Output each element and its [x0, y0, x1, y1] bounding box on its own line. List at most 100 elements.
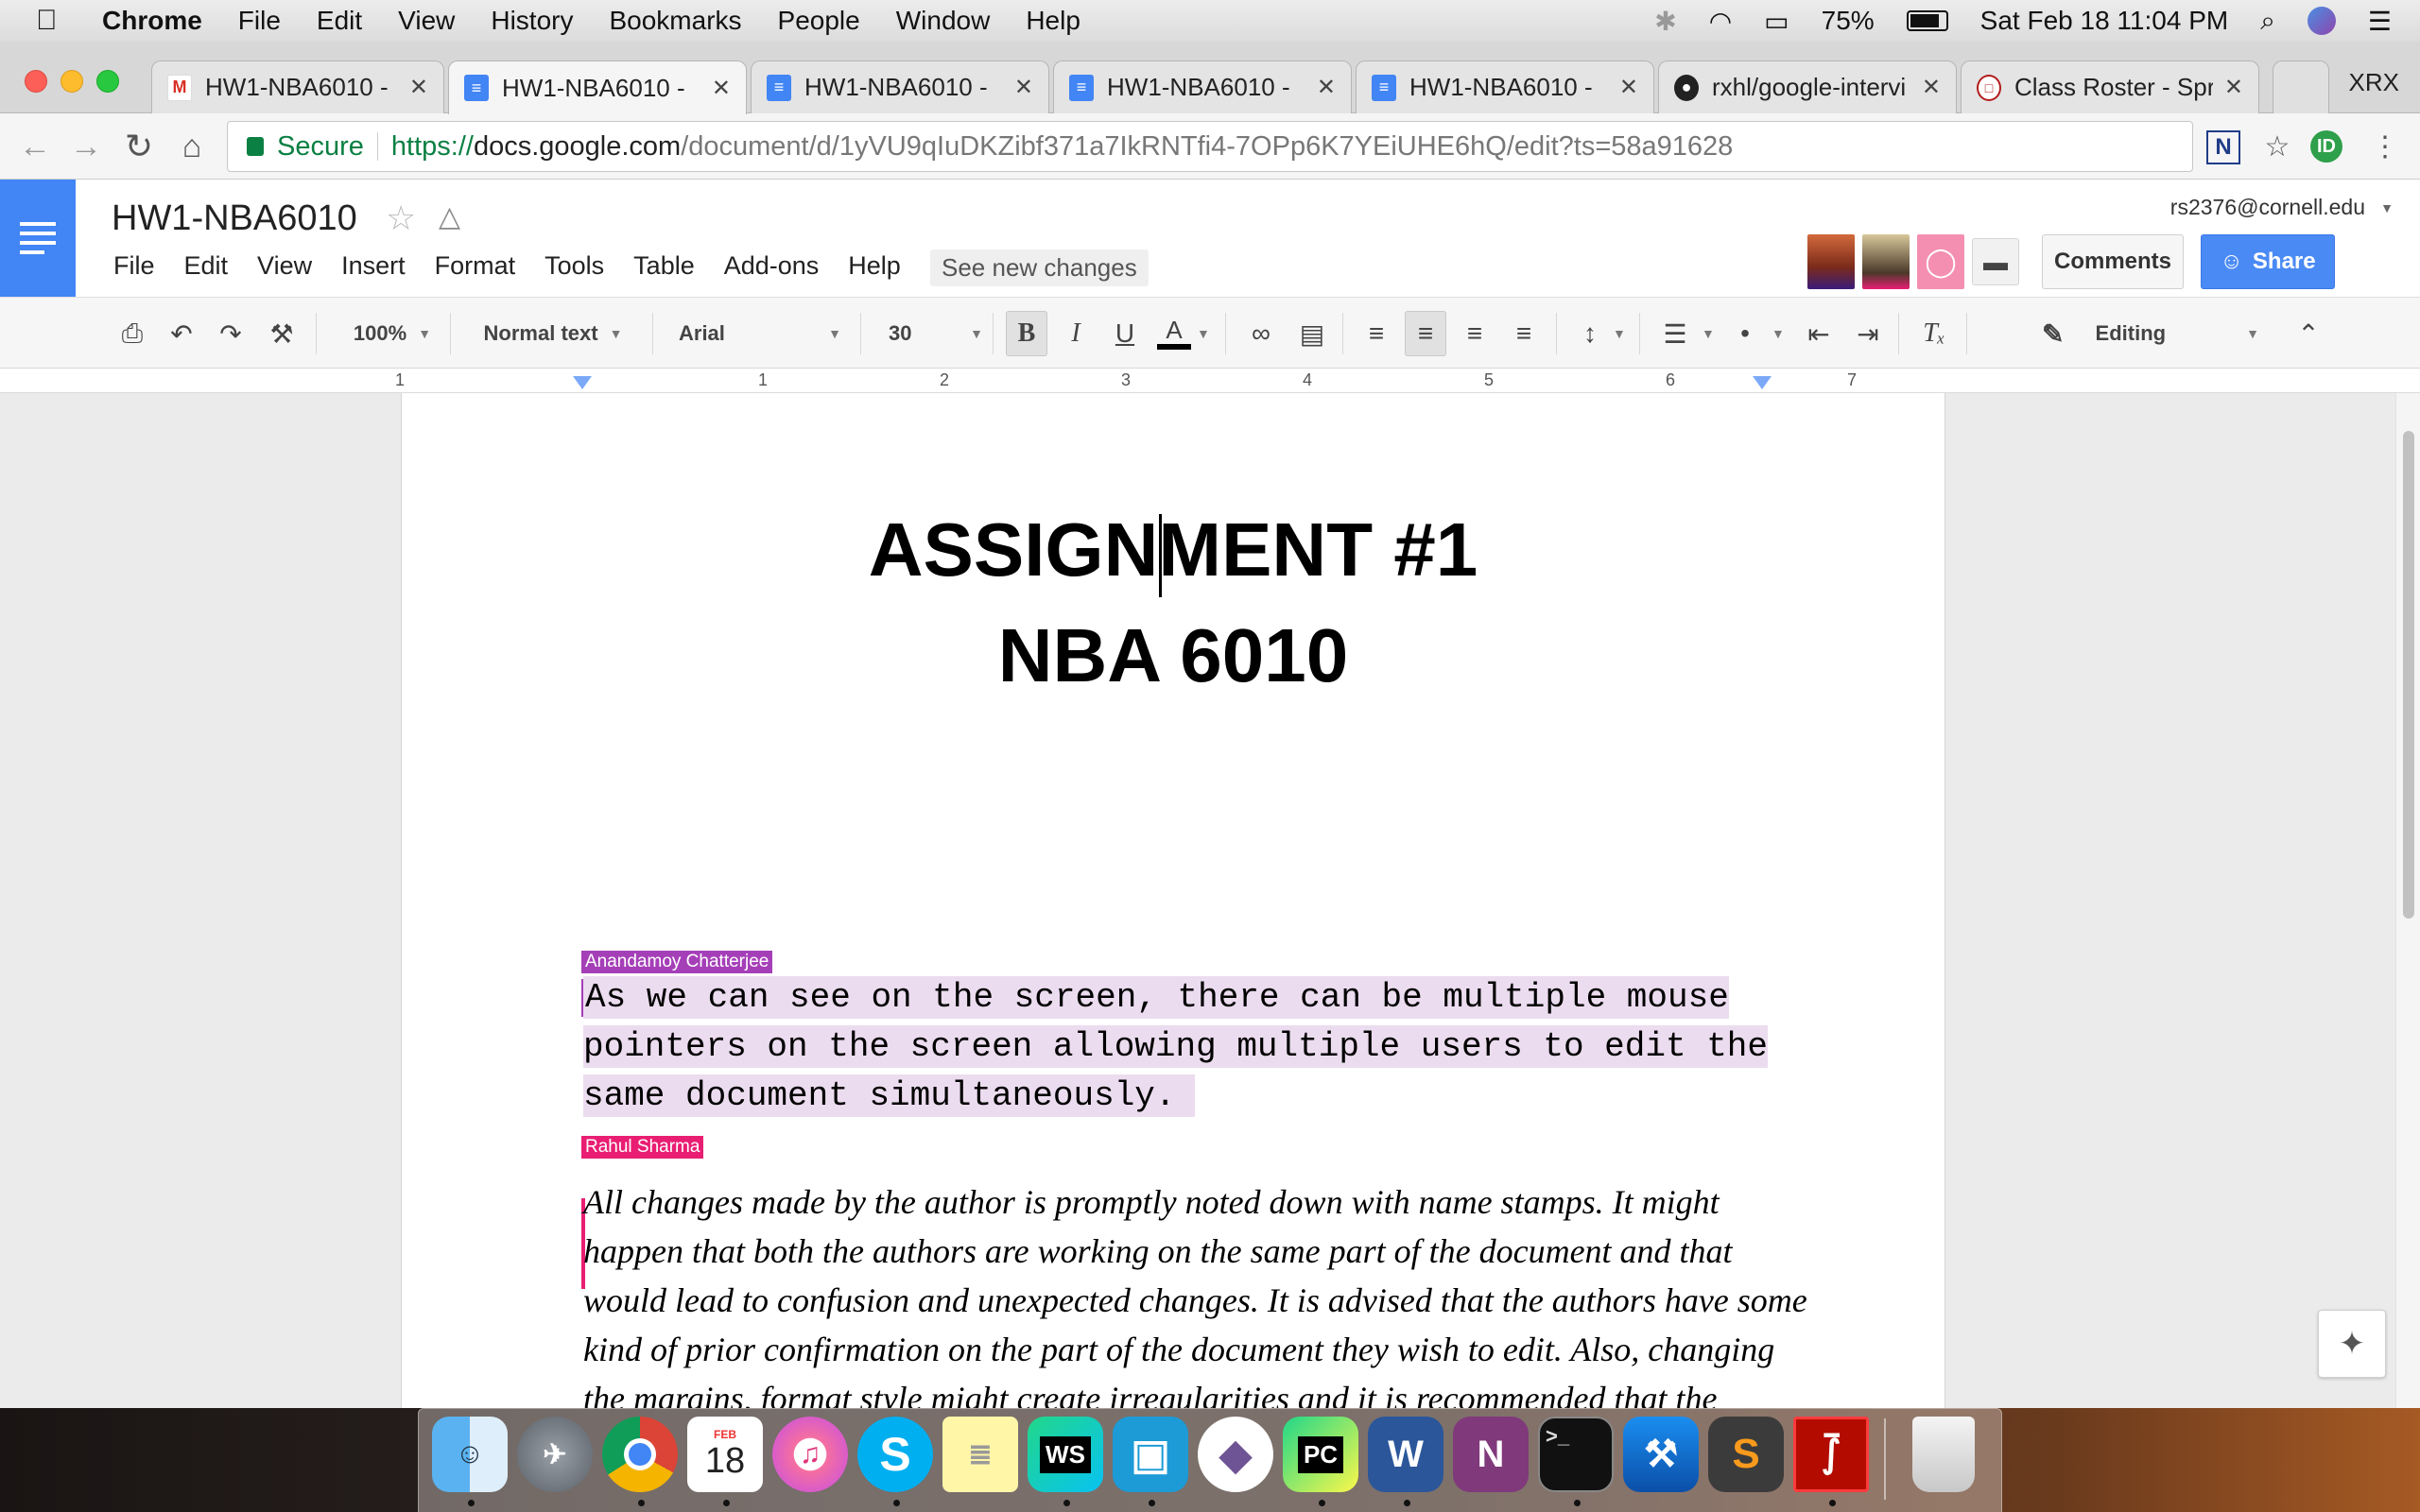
- docs-menu-insert[interactable]: Insert: [341, 251, 406, 281]
- font-size-select[interactable]: 30 ▼: [889, 311, 983, 356]
- vertical-scrollbar[interactable]: [2395, 393, 2420, 1408]
- reload-icon[interactable]: ↻: [117, 125, 161, 168]
- maximize-window-button[interactable]: [96, 70, 119, 93]
- ruler[interactable]: 1 1 2 3 4 5 6 7: [0, 369, 2420, 393]
- tab-gmail[interactable]: M HW1-NBA6010 - ✕: [151, 60, 444, 113]
- chrome-profile-label[interactable]: XRX: [2349, 68, 2399, 97]
- word-icon[interactable]: W: [1368, 1417, 1443, 1492]
- wifi-icon[interactable]: ◠: [1709, 6, 1732, 37]
- collapse-menus-icon[interactable]: ⌃: [2288, 311, 2329, 356]
- app-icon[interactable]: ▣: [1113, 1417, 1188, 1492]
- docs-menu-tools[interactable]: Tools: [544, 251, 604, 281]
- webstorm-icon[interactable]: WS: [1028, 1417, 1103, 1492]
- star-icon[interactable]: ☆: [386, 198, 416, 238]
- terminal-icon[interactable]: >_: [1538, 1417, 1614, 1492]
- italic-button[interactable]: I: [1055, 311, 1097, 356]
- close-icon[interactable]: ✕: [1922, 74, 1941, 101]
- chevron-down-icon[interactable]: ▼: [1613, 311, 1626, 356]
- avatar[interactable]: [1862, 234, 1910, 289]
- tab-class-roster[interactable]: □ Class Roster - Spri ✕: [1961, 60, 2259, 113]
- docs-menu-edit[interactable]: Edit: [184, 251, 229, 281]
- extension-id-icon[interactable]: ID: [2310, 130, 2342, 163]
- notes-icon[interactable]: ≣: [942, 1417, 1018, 1492]
- user-account[interactable]: rs2376@cornell.edu: [2170, 195, 2365, 220]
- menubar-history[interactable]: History: [491, 6, 573, 36]
- see-new-changes-link[interactable]: See new changes: [930, 249, 1149, 286]
- text-color-button[interactable]: A: [1153, 311, 1195, 356]
- zoom-select[interactable]: 100% ▼: [340, 311, 444, 356]
- itunes-icon[interactable]: ♫: [772, 1417, 848, 1492]
- document-page[interactable]: ASSIGNMENT #1 NBA 6010 Anandamoy Chatter…: [401, 393, 1945, 1408]
- comments-button[interactable]: Comments: [2042, 234, 2184, 289]
- pycharm-icon[interactable]: PC: [1283, 1417, 1358, 1492]
- bold-button[interactable]: B: [1006, 311, 1047, 356]
- menubar-view[interactable]: View: [398, 6, 455, 36]
- bulleted-list-icon[interactable]: •: [1724, 311, 1766, 356]
- close-icon[interactable]: ✕: [1317, 74, 1336, 101]
- explore-icon[interactable]: ✦: [2318, 1310, 2386, 1378]
- document-title[interactable]: HW1-NBA6010: [112, 198, 357, 239]
- paint-format-icon[interactable]: ⚒: [261, 311, 302, 356]
- calendar-icon[interactable]: FEB 18: [687, 1417, 763, 1492]
- print-icon[interactable]: ⎙: [112, 311, 153, 356]
- menubar-clock[interactable]: Sat Feb 18 11:04 PM: [1980, 6, 2229, 36]
- sublime-icon[interactable]: S: [1708, 1417, 1784, 1492]
- chevron-down-icon[interactable]: ▼: [2380, 200, 2394, 215]
- right-indent-marker[interactable]: [1753, 376, 1772, 389]
- forward-arrow-icon[interactable]: →: [64, 125, 108, 168]
- increase-indent-icon[interactable]: ⇥: [1847, 311, 1889, 356]
- chrome-menu-icon[interactable]: ⋮: [2365, 127, 2405, 166]
- chat-icon[interactable]: ▬: [1972, 238, 2019, 285]
- docs-menu-format[interactable]: Format: [435, 251, 516, 281]
- home-icon[interactable]: ⌂: [170, 125, 214, 168]
- anonymous-avatar[interactable]: ◯: [1917, 234, 1964, 289]
- font-select[interactable]: Arial ▼: [679, 311, 841, 356]
- docs-menu-help[interactable]: Help: [848, 251, 901, 281]
- paragraph-style-select[interactable]: Normal text ▼: [473, 311, 633, 356]
- underline-button[interactable]: U: [1104, 311, 1146, 356]
- siri-icon[interactable]: [2307, 7, 2336, 35]
- menubar-edit[interactable]: Edit: [317, 6, 362, 36]
- menubar-app-name[interactable]: Chrome: [102, 6, 202, 36]
- skype-icon[interactable]: S: [857, 1417, 933, 1492]
- apple-menu-icon[interactable]: : [36, 5, 74, 37]
- docs-menu-file[interactable]: File: [113, 251, 155, 281]
- align-left-icon[interactable]: ≡: [1356, 311, 1397, 356]
- docs-logo-icon[interactable]: [0, 180, 76, 297]
- back-arrow-icon[interactable]: ←: [13, 125, 57, 168]
- docs-menu-view[interactable]: View: [257, 251, 312, 281]
- new-tab-button[interactable]: [2273, 60, 2329, 113]
- tab-docs-active[interactable]: ≡ HW1-NBA6010 - ✕: [448, 60, 747, 114]
- docs-menu-addons[interactable]: Add-ons: [724, 251, 820, 281]
- scrollbar-thumb[interactable]: [2403, 431, 2414, 919]
- github-desktop-icon[interactable]: ◆: [1198, 1417, 1273, 1492]
- link-icon[interactable]: ∞: [1240, 311, 1282, 356]
- trash-icon[interactable]: [1912, 1417, 1975, 1492]
- undo-icon[interactable]: ↶: [161, 311, 202, 356]
- menubar-people[interactable]: People: [778, 6, 860, 36]
- chevron-down-icon[interactable]: ▼: [1772, 311, 1785, 356]
- clear-formatting-icon[interactable]: Tₓ: [1913, 311, 1955, 356]
- tab-docs-4[interactable]: ≡ HW1-NBA6010 - ✕: [1356, 60, 1654, 113]
- move-to-folder-icon[interactable]: △: [439, 200, 460, 233]
- menubar-help[interactable]: Help: [1026, 6, 1080, 36]
- menubar-file[interactable]: File: [238, 6, 281, 36]
- bluetooth-icon[interactable]: ✱: [1654, 6, 1676, 37]
- add-comment-icon[interactable]: ▤: [1291, 311, 1333, 356]
- redo-icon[interactable]: ↷: [210, 311, 251, 356]
- align-center-icon[interactable]: ≡: [1405, 311, 1446, 356]
- chevron-down-icon[interactable]: ▼: [1197, 311, 1210, 356]
- tab-docs-2[interactable]: ≡ HW1-NBA6010 - ✕: [751, 60, 1049, 113]
- close-icon[interactable]: ✕: [1014, 74, 1033, 101]
- close-icon[interactable]: ✕: [712, 75, 731, 102]
- close-window-button[interactable]: [25, 70, 47, 93]
- justify-icon[interactable]: ≡: [1503, 311, 1545, 356]
- avatar[interactable]: [1807, 234, 1855, 289]
- notification-center-icon[interactable]: ☰: [2368, 6, 2392, 37]
- onenote-icon[interactable]: N: [1453, 1417, 1529, 1492]
- close-icon[interactable]: ✕: [2224, 74, 2243, 101]
- close-icon[interactable]: ✕: [1619, 74, 1638, 101]
- chevron-down-icon[interactable]: ▼: [1702, 311, 1715, 356]
- numbered-list-icon[interactable]: ☰: [1654, 311, 1696, 356]
- bookmark-star-icon[interactable]: ☆: [2257, 127, 2297, 166]
